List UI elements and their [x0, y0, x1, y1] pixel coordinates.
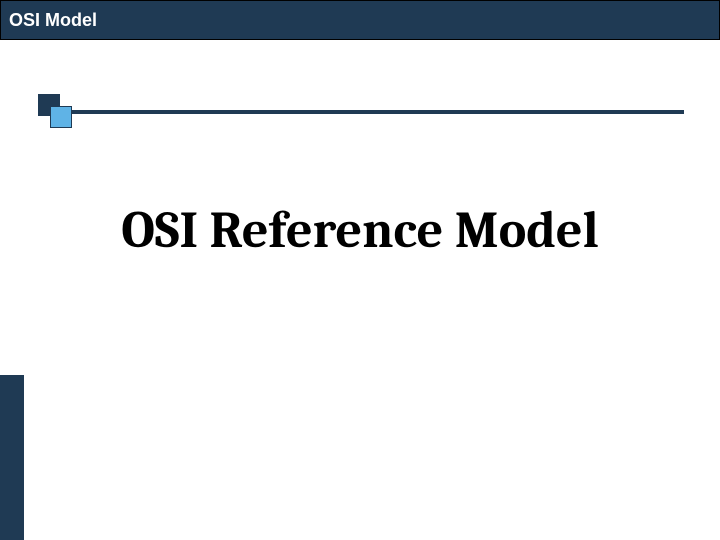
left-rail-accent	[0, 375, 24, 540]
slide-main-title: OSI Reference Model	[0, 200, 720, 260]
slide-header: OSI Model	[0, 0, 720, 40]
header-title: OSI Model	[9, 10, 97, 31]
divider-line	[72, 110, 684, 114]
decorative-square-light-icon	[50, 106, 72, 128]
